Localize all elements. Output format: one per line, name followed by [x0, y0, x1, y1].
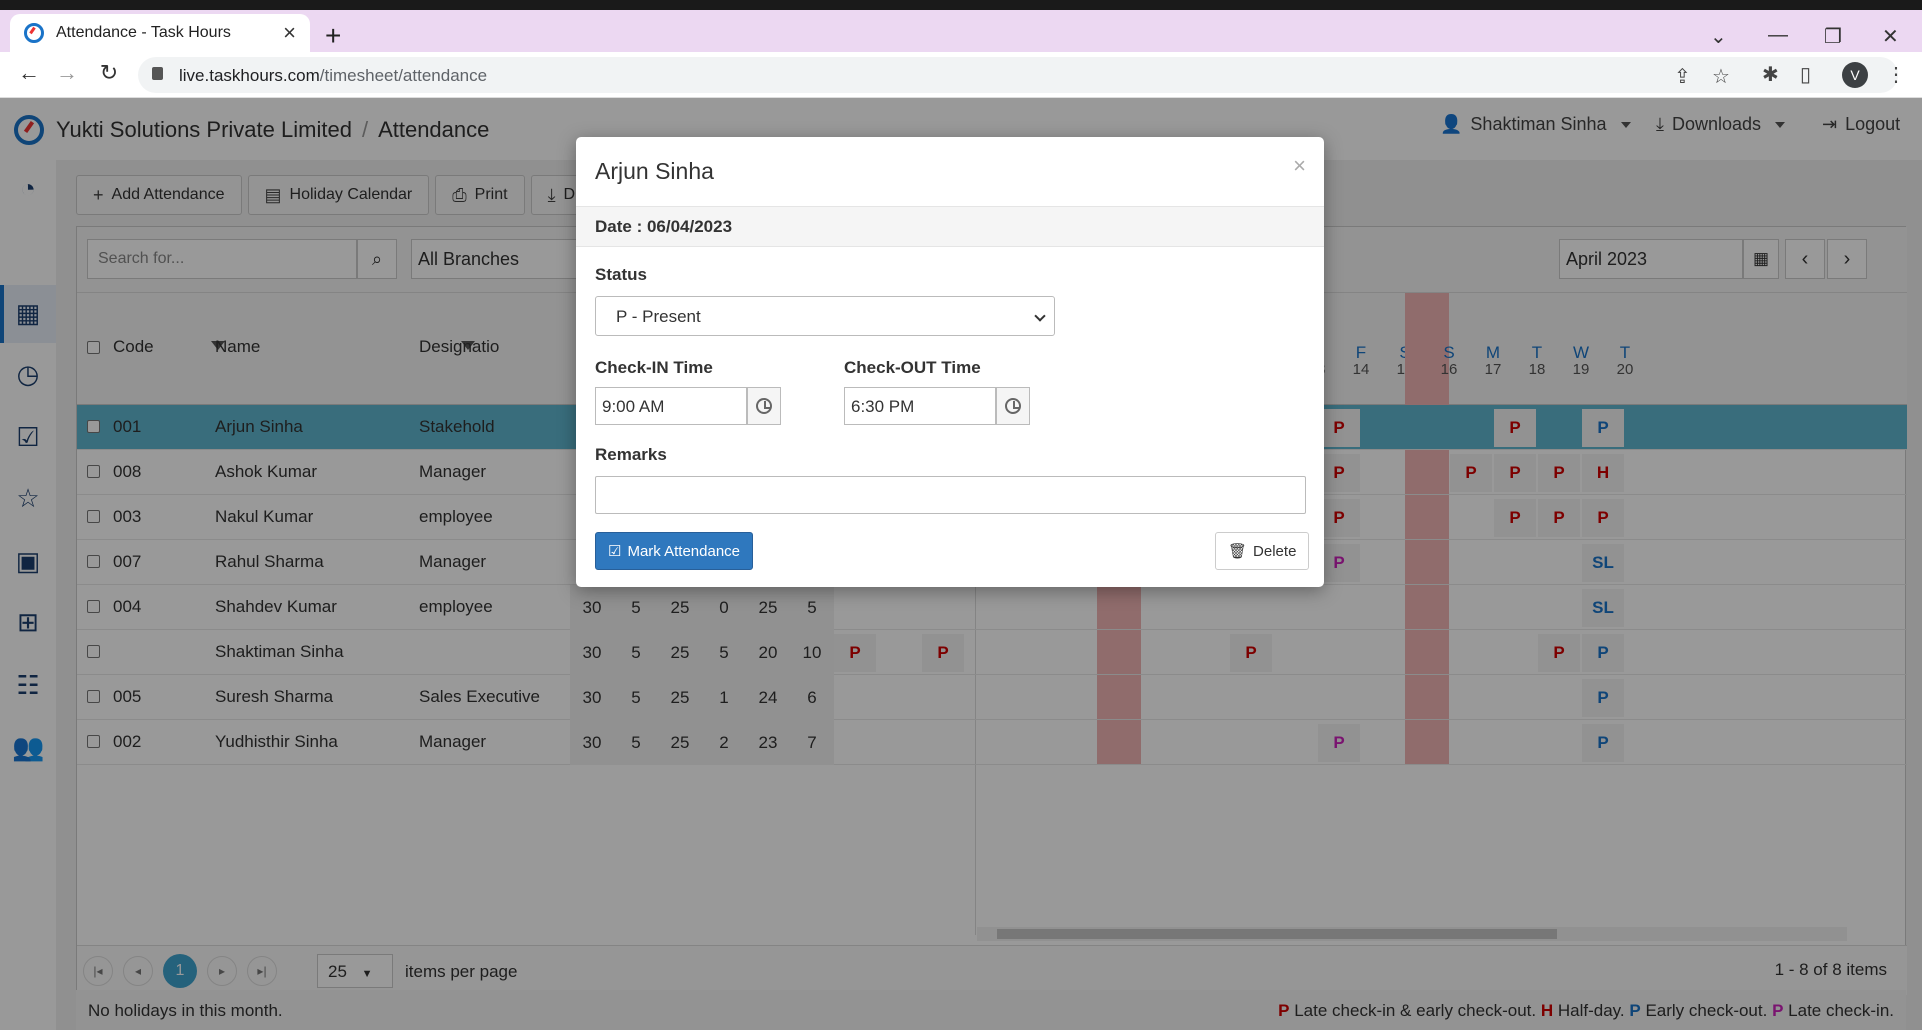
profile-avatar[interactable]: V: [1842, 62, 1868, 88]
dialog-title: Arjun Sinha: [595, 158, 714, 184]
side-panel-icon[interactable]: ▯: [1800, 62, 1811, 87]
checkin-time-input[interactable]: 9:00 AM: [595, 387, 747, 425]
status-select[interactable]: P - Present: [595, 296, 1055, 336]
checkout-time-input[interactable]: 6:30 PM: [844, 387, 996, 425]
chevron-down-icon: [1034, 310, 1046, 322]
delete-label: Delete: [1253, 542, 1297, 560]
site-favicon-icon: [24, 23, 44, 43]
window-top-edge: [0, 0, 1922, 10]
forward-icon[interactable]: →: [52, 60, 82, 86]
mark-attendance-button[interactable]: ☑ Mark Attendance: [595, 532, 754, 570]
checkout-label: Check-OUT Time: [844, 358, 981, 377]
browser-menu-icon[interactable]: ⋮: [1886, 62, 1906, 87]
new-tab-icon[interactable]: +: [325, 22, 341, 50]
trash-icon: 🗑: [1228, 543, 1248, 560]
tab-bar: Attendance - Task Hours × + ⌄ — ❐ ✕: [0, 10, 1922, 52]
browser-tab[interactable]: Attendance - Task Hours ×: [10, 14, 310, 52]
date-text: Date : 06/04/2023: [595, 217, 733, 236]
url-text: live.taskhours.com/timesheet/attendance: [179, 66, 488, 85]
bookmark-star-icon[interactable]: ☆: [1712, 64, 1730, 89]
remarks-input[interactable]: [595, 476, 1306, 514]
minimize-icon[interactable]: —: [1768, 24, 1788, 47]
lock-icon: [152, 67, 163, 80]
attendance-dialog: Arjun Sinha × Date : 06/04/2023 Status P…: [576, 137, 1324, 587]
close-window-icon[interactable]: ✕: [1882, 24, 1899, 49]
back-icon[interactable]: ←: [14, 60, 44, 86]
share-icon[interactable]: ⇪: [1674, 64, 1691, 89]
status-label: Status: [595, 265, 647, 284]
close-icon[interactable]: ×: [1293, 153, 1306, 179]
address-bar[interactable]: live.taskhours.com/timesheet/attendance …: [138, 57, 1898, 93]
mark-attendance-label: Mark Attendance: [627, 542, 741, 560]
tab-close-icon[interactable]: ×: [283, 20, 296, 46]
browser-toolbar: ← → ↻ live.taskhours.com/timesheet/atten…: [0, 52, 1922, 98]
date-bar: Date : 06/04/2023: [576, 207, 1324, 247]
reload-icon[interactable]: ↻: [94, 60, 124, 86]
clock-icon[interactable]: [996, 387, 1030, 425]
status-value: P - Present: [616, 307, 701, 326]
checkin-label: Check-IN Time: [595, 358, 713, 377]
restore-icon[interactable]: ❐: [1824, 24, 1842, 49]
remarks-label: Remarks: [595, 445, 667, 464]
tab-search-icon[interactable]: ⌄: [1710, 24, 1727, 49]
tab-title: Attendance - Task Hours: [56, 24, 231, 41]
clock-icon[interactable]: [747, 387, 781, 425]
extensions-icon[interactable]: ✱: [1762, 62, 1779, 87]
check-square-icon: ☑: [608, 543, 622, 560]
delete-button[interactable]: 🗑 Delete: [1215, 532, 1310, 570]
dialog-header: Arjun Sinha ×: [576, 137, 1324, 207]
